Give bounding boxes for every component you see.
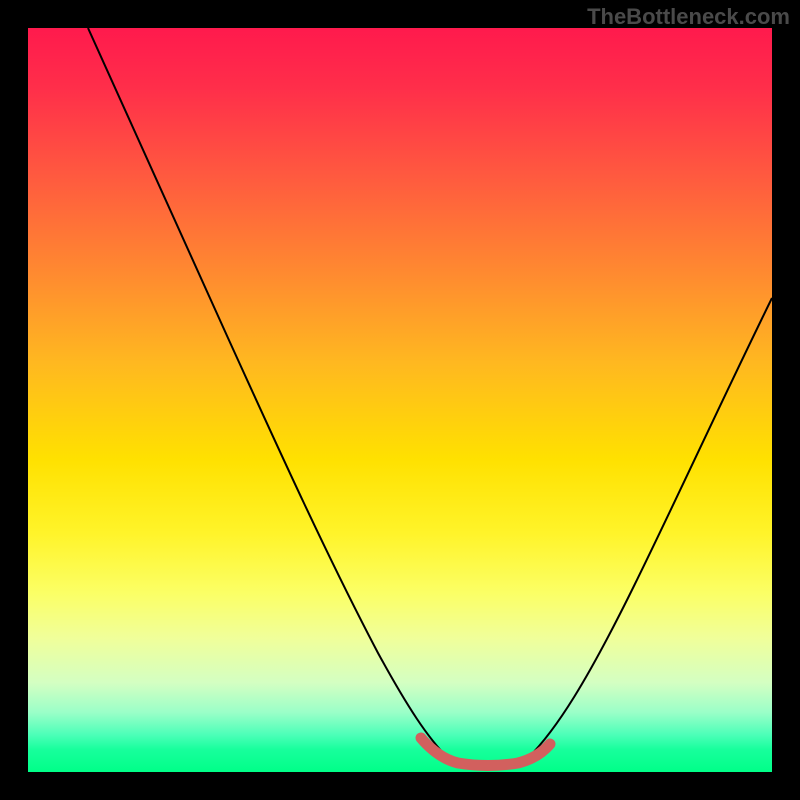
right-curve: [528, 298, 772, 758]
curve-layer: [28, 28, 772, 772]
bottleneck-highlight: [421, 738, 550, 766]
left-curve: [88, 28, 448, 758]
watermark-text: TheBottleneck.com: [587, 4, 790, 30]
plot-area: [28, 28, 772, 772]
